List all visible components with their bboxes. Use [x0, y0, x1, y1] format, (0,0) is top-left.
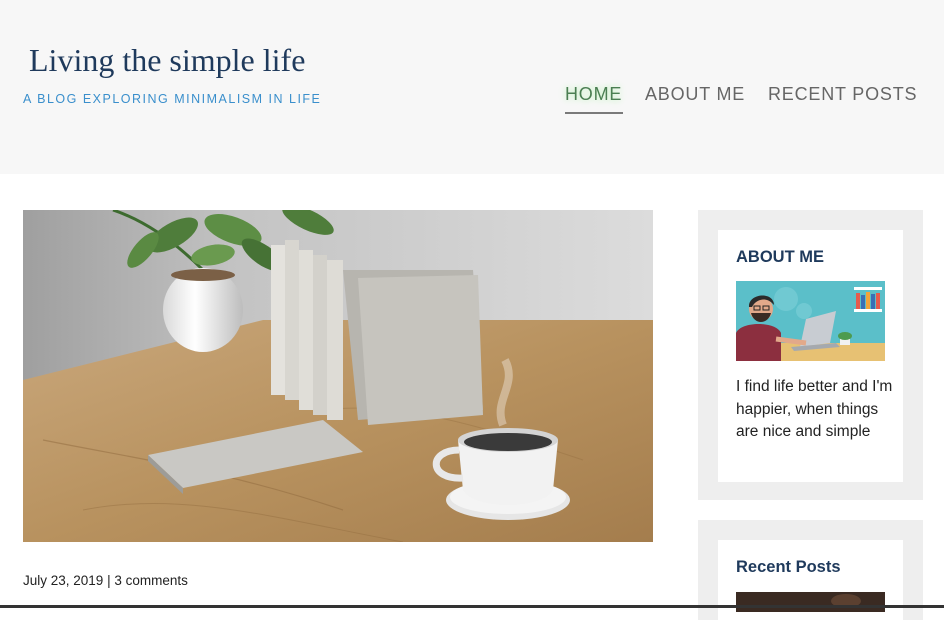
about-me-image [736, 281, 885, 361]
recent-posts-card: Recent Posts [718, 540, 903, 620]
nav-about-me-link[interactable]: ABOUT ME [645, 84, 745, 105]
post-featured-image[interactable] [23, 210, 653, 542]
post-meta: July 23, 2019 | 3 comments [23, 573, 188, 588]
about-me-text: I find life better and I'm happier, when… [736, 378, 893, 440]
about-me-card: ABOUT ME I find life better and I'm happ… [718, 230, 903, 482]
recent-post-thumbnail[interactable] [736, 592, 885, 612]
active-nav-underline [565, 112, 623, 114]
site-header: Living the simple life A BLOG EXPLORING … [0, 0, 944, 174]
nav-recent-posts-link[interactable]: RECENT POSTS [768, 84, 917, 105]
recent-posts-title: Recent Posts [736, 558, 841, 576]
nav-home-link[interactable]: HOME [565, 84, 622, 105]
desk-scene-image [23, 210, 653, 542]
post-comments-link[interactable]: 3 comments [114, 573, 188, 588]
about-me-title: ABOUT ME [736, 248, 824, 266]
person-at-laptop-illustration [736, 281, 885, 361]
site-title[interactable]: Living the simple life [29, 42, 305, 79]
post-meta-separator: | [103, 573, 115, 588]
about-me-widget: ABOUT ME I find life better and I'm happ… [698, 210, 923, 500]
post-date: July 23, 2019 [23, 573, 104, 588]
main-nav: HOME ABOUT ME RECENT POSTS [0, 84, 944, 124]
